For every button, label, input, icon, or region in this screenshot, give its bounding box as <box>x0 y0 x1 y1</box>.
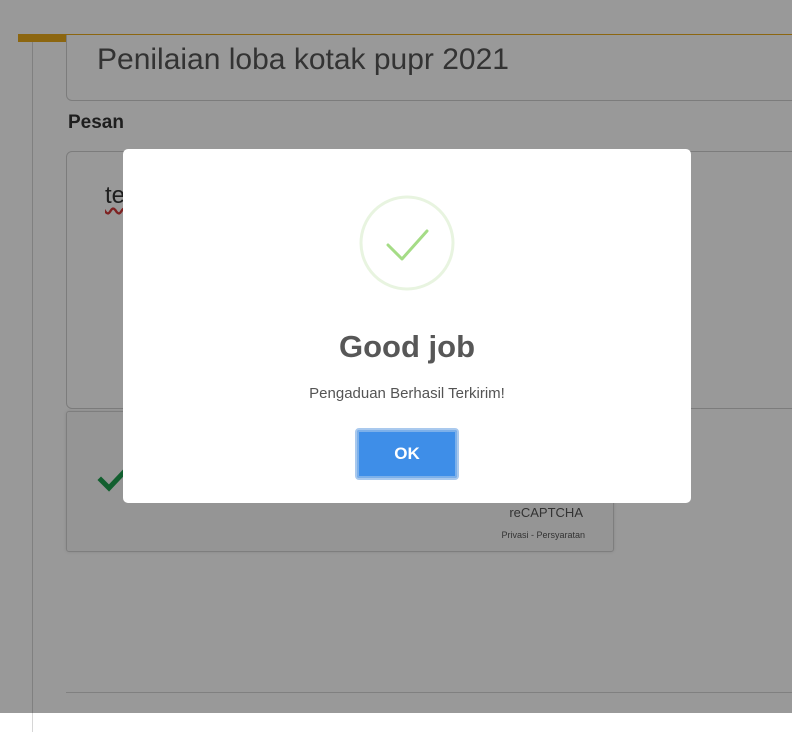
success-check-icon <box>359 195 455 291</box>
success-dialog: Good job Pengaduan Berhasil Terkirim! OK <box>123 149 691 503</box>
ok-button-label: OK <box>355 428 459 480</box>
dialog-message: Pengaduan Berhasil Terkirim! <box>309 385 505 402</box>
dialog-title: Good job <box>338 329 476 364</box>
ok-button[interactable]: OK <box>351 423 463 485</box>
